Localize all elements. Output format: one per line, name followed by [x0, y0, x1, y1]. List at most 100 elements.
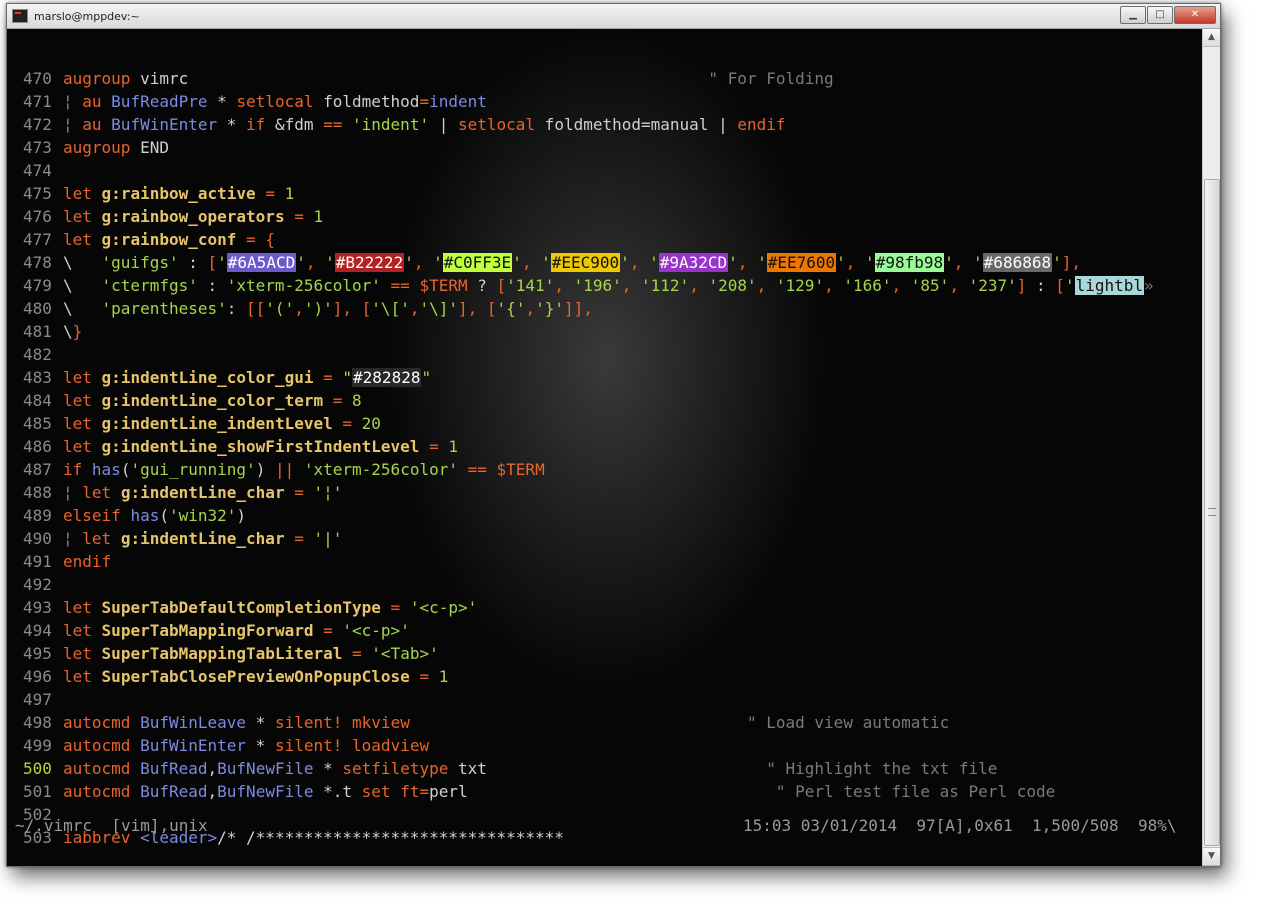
line-number: 501	[23, 782, 52, 801]
line-number: 496	[23, 667, 52, 686]
code-token: ,	[949, 276, 969, 295]
code-line[interactable]: 491 endif	[7, 550, 1201, 573]
code-line[interactable]: 497	[7, 688, 1201, 711]
code-line[interactable]: 499 autocmd BufWinEnter * silent! loadvie…	[7, 734, 1201, 757]
line-number: 494	[23, 621, 52, 640]
code-token: " For Folding	[708, 69, 834, 88]
code-line[interactable]: 483 let g:indentLine_color_gui = "#282828…	[7, 366, 1201, 389]
code-token: g:rainbow_operators	[101, 207, 285, 226]
code-line[interactable]: 485 let g:indentLine_indentLevel = 20	[7, 412, 1201, 435]
scrollbar-thumb[interactable]	[1204, 179, 1220, 846]
code-line[interactable]: 484 let g:indentLine_color_term = 8	[7, 389, 1201, 412]
title-bar[interactable]: marslo@mppdev:~ ▁ □ ✕	[7, 4, 1220, 29]
code-line[interactable]: 479 \ 'ctermfgs' : 'xterm-256color' == $T…	[7, 274, 1201, 297]
code-token: '	[944, 253, 954, 272]
code-line[interactable]: 480 \ 'parentheses': [['(',')'], ['\[','\…	[7, 297, 1201, 320]
code-line[interactable]: 486 let g:indentLine_showFirstIndentLevel…	[7, 435, 1201, 458]
code-line[interactable]: 477 let g:rainbow_conf = {	[7, 228, 1201, 251]
code-line[interactable]: 492	[7, 573, 1201, 596]
code-line[interactable]: 475 let g:rainbow_active = 1	[7, 182, 1201, 205]
code-token: |	[429, 115, 458, 134]
code-line[interactable]: 474	[7, 159, 1201, 182]
code-token: g:rainbow_conf	[101, 230, 237, 249]
line-number: 481	[23, 322, 52, 341]
code-line[interactable]: 488 ¦ let g:indentLine_char = '¦'	[7, 481, 1201, 504]
code-token: '208'	[708, 276, 757, 295]
code-token: '	[1052, 253, 1062, 272]
line-number: 474	[23, 161, 52, 180]
code-token: '	[325, 253, 335, 272]
code-line[interactable]: 490 ¦ let g:indentLine_char = '|'	[7, 527, 1201, 550]
code-token: g:indentLine_indentLevel	[101, 414, 333, 433]
scroll-up-arrow-icon[interactable]: ▲	[1203, 29, 1220, 47]
line-number: 482	[23, 345, 52, 364]
code-token: 'ctermfgs'	[101, 276, 198, 295]
code-token: 'parentheses'	[101, 299, 227, 318]
scroll-down-arrow-icon[interactable]: ▼	[1203, 847, 1220, 866]
code-token: SuperTabMappingTabLiteral	[101, 644, 343, 663]
code-line[interactable]: 473 augroup END	[7, 136, 1201, 159]
code-token: setlocal	[236, 92, 314, 111]
code-line[interactable]: 495 let SuperTabMappingTabLiteral = '<Tab…	[7, 642, 1201, 665]
code-line[interactable]: 470 augroup vimrc " For Folding	[7, 67, 1201, 90]
window-controls: ▁ □ ✕	[1119, 6, 1216, 24]
code-line[interactable]: 498 autocmd BufWinLeave * silent! mkview …	[7, 711, 1201, 734]
vim-editor[interactable]: 470 augroup vimrc " For Folding 471 ¦ au Bu…	[7, 29, 1201, 866]
code-token: '237'	[968, 276, 1017, 295]
code-token: =	[332, 391, 343, 410]
maximize-button[interactable]: □	[1147, 6, 1173, 24]
code-line[interactable]: 493 let SuperTabDefaultCompletionType = '…	[7, 596, 1201, 619]
code-token: setlocal	[457, 115, 536, 134]
code-token: '141'	[506, 276, 555, 295]
code-token: BufNewFile	[217, 759, 314, 778]
code-buffer[interactable]: 470 augroup vimrc " For Folding 471 ¦ au Bu…	[7, 67, 1201, 849]
code-token: " Perl test file as Perl code	[775, 782, 1056, 801]
code-token: g:indentLine_showFirstIndentLevel	[101, 437, 420, 456]
code-line[interactable]: 481 \}	[7, 320, 1201, 343]
code-token: ,	[891, 276, 911, 295]
code-token: '85'	[910, 276, 950, 295]
code-line[interactable]: 487 if has('gui_running') || 'xterm-256co…	[7, 458, 1201, 481]
code-token: " Highlight the txt file	[766, 759, 998, 778]
minimize-button[interactable]: ▁	[1120, 6, 1146, 24]
code-token: foldmethod	[313, 92, 420, 111]
code-token: [	[207, 253, 218, 272]
close-button[interactable]: ✕	[1174, 6, 1216, 24]
code-line[interactable]: 496 let SuperTabClosePreviewOnPopupClose …	[7, 665, 1201, 688]
code-token: :	[178, 253, 208, 272]
code-token: let	[63, 391, 92, 410]
code-line[interactable]: 494 let SuperTabMappingForward = '<c-p>'	[7, 619, 1201, 642]
code-token: '}'	[535, 299, 564, 318]
code-line[interactable]: 501 autocmd BufRead,BufNewFile *.t set ft…	[7, 780, 1201, 803]
code-line[interactable]: 472 ¦ au BufWinEnter * if &fdm == 'indent…	[7, 113, 1201, 136]
code-token: 1	[313, 207, 324, 226]
code-line[interactable]: 478 \ 'guifgs' : ['#6A5ACD', '#B22222', '…	[7, 251, 1201, 274]
code-token: ==	[467, 460, 487, 479]
code-token: [	[1055, 276, 1065, 295]
code-token: g:rainbow_active	[101, 184, 256, 203]
code-token: :	[197, 276, 227, 295]
code-token: (	[120, 460, 131, 479]
code-line[interactable]: 471 ¦ au BufReadPre * setlocal foldmethod…	[7, 90, 1201, 113]
vertical-scrollbar[interactable]: ▲ ▼	[1202, 29, 1220, 866]
code-token: let	[63, 667, 92, 686]
code-token: autocmd	[63, 782, 131, 801]
code-token: &fdm	[265, 115, 324, 134]
code-line[interactable]: 489 elseif has('win32')	[7, 504, 1201, 527]
code-line[interactable]: 500 autocmd BufRead,BufNewFile * setfilet…	[7, 757, 1201, 780]
code-line[interactable]: 476 let g:rainbow_operators = 1	[7, 205, 1201, 228]
line-number: 499	[23, 736, 52, 755]
code-token: ,	[621, 276, 642, 295]
code-token: loadview	[352, 736, 430, 755]
code-line[interactable]: 482	[7, 343, 1201, 366]
